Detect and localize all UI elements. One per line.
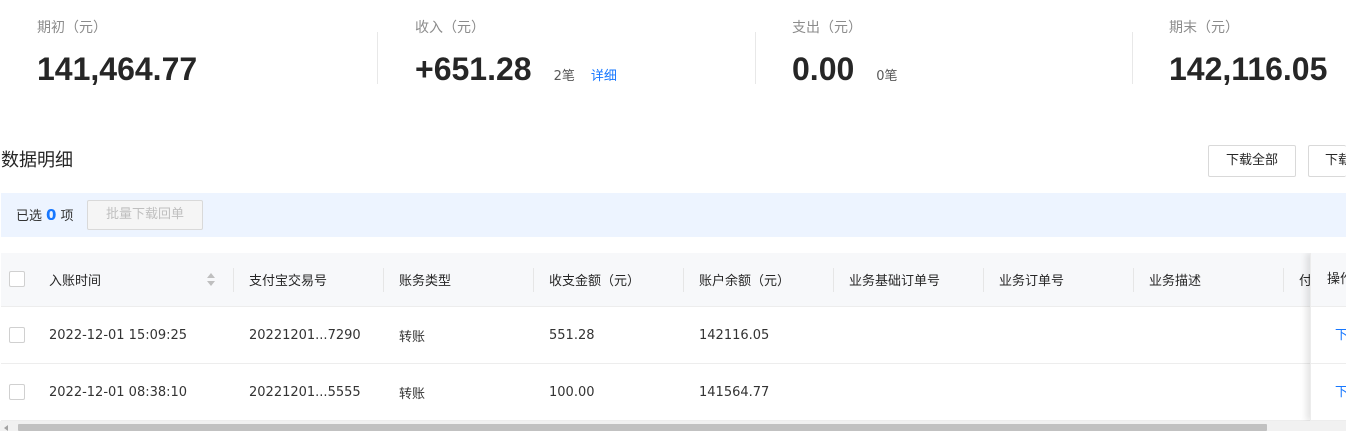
download-button[interactable]: 下载 [1308,145,1346,177]
cell-trade-no: 20221201...7290 [249,327,361,343]
closing-balance-label: 期末（元） [1169,20,1239,36]
table-row[interactable]: 2022-12-01 15:09:25 20221201...7290 转账 5… [1,307,1346,364]
cell-description [1149,364,1279,420]
column-divider [683,268,684,292]
cell-account-type: 转账 [399,329,426,345]
row-download-link[interactable]: 下 [1311,307,1346,364]
batch-download-receipt-button[interactable]: 批量下载回单 [87,200,203,230]
expense-value: 0.00 [792,51,855,87]
sort-icon[interactable] [206,273,216,287]
select-all-checkbox[interactable] [9,271,25,287]
selection-summary: 已选 0 项 [16,206,73,226]
cell-balance: 141564.77 [699,384,770,400]
selection-bar: 已选 0 项 批量下载回单 [1,193,1346,237]
cell-order-no [999,364,1129,420]
row-checkbox[interactable] [9,327,25,343]
cell-entry-time: 2022-12-01 08:38:10 [49,384,188,400]
selection-suffix: 项 [60,209,74,224]
selection-prefix: 已选 [16,209,43,224]
income-detail-link[interactable]: 详细 [591,68,617,86]
header-description: 业务描述 [1149,274,1202,289]
header-trade-no: 支付宝交易号 [249,274,328,289]
section-title: 数据明细 [1,150,73,171]
cell-base-order-no [849,307,979,363]
expense-count: 0笔 [876,69,898,84]
column-divider [1283,268,1284,292]
scroll-left-arrow-icon[interactable] [4,425,8,431]
income-stat: 收入（元） +651.28 2笔 详细 [415,18,617,87]
header-base-order-no: 业务基础订单号 [849,274,941,289]
opening-balance-stat: 期初（元） 141,464.77 [37,18,197,87]
row-download-link[interactable]: 下 [1311,364,1346,421]
income-count: 2笔 [553,69,575,84]
opening-balance-label: 期初（元） [37,20,107,36]
header-balance: 账户余额（元） [699,274,791,289]
cell-balance: 142116.05 [699,327,770,343]
column-divider [833,268,834,292]
summary-divider [377,32,378,84]
income-label: 收入（元） [415,20,485,36]
cell-base-order-no [849,364,979,420]
cell-trade-no: 20221201...5555 [249,384,361,400]
closing-balance-value: 142,116.05 [1169,51,1328,87]
row-checkbox[interactable] [9,384,25,400]
expense-stat: 支出（元） 0.00 0笔 [792,18,898,87]
income-value: +651.28 [415,51,532,87]
header-account-type: 账务类型 [399,274,452,289]
expense-label: 支出（元） [792,20,862,36]
column-divider [983,268,984,292]
cell-amount: 100.00 [549,384,595,400]
scrollbar-thumb[interactable] [18,424,1267,431]
column-divider [233,268,234,292]
cell-account-type: 转账 [399,386,426,402]
header-amount: 收支金额（元） [549,274,641,289]
header-actions: 操作 [1311,253,1346,307]
column-divider [533,268,534,292]
table-row[interactable]: 2022-12-01 08:38:10 20221201...5555 转账 1… [1,364,1346,421]
summary-divider [755,32,756,84]
horizontal-scrollbar[interactable] [0,421,1346,431]
summary-panel: 期初（元） 141,464.77 收入（元） +651.28 2笔 详细 支出（元）… [0,0,1346,110]
download-all-button[interactable]: 下载全部 [1208,145,1296,177]
closing-balance-stat: 期末（元） 142,116.05 [1169,18,1327,87]
cell-entry-time: 2022-12-01 15:09:25 [49,327,188,343]
cell-order-no [999,307,1129,363]
column-divider [383,268,384,292]
header-entry-time[interactable]: 入账时间 [49,253,199,306]
summary-divider [1132,32,1133,84]
selection-count: 0 [46,206,57,224]
actions-column: 操作 下 下 [1310,253,1346,421]
header-order-no: 业务订单号 [999,274,1065,289]
cell-amount: 551.28 [549,327,595,343]
cell-description [1149,307,1279,363]
column-divider [1133,268,1134,292]
table-header: 入账时间 支付宝交易号 账务类型 收支金额（元） 账户余额（元） 业务基础订单号… [1,253,1346,307]
transactions-table: 入账时间 支付宝交易号 账务类型 收支金额（元） 账户余额（元） 业务基础订单号… [1,253,1346,421]
opening-balance-value: 141,464.77 [37,51,198,87]
